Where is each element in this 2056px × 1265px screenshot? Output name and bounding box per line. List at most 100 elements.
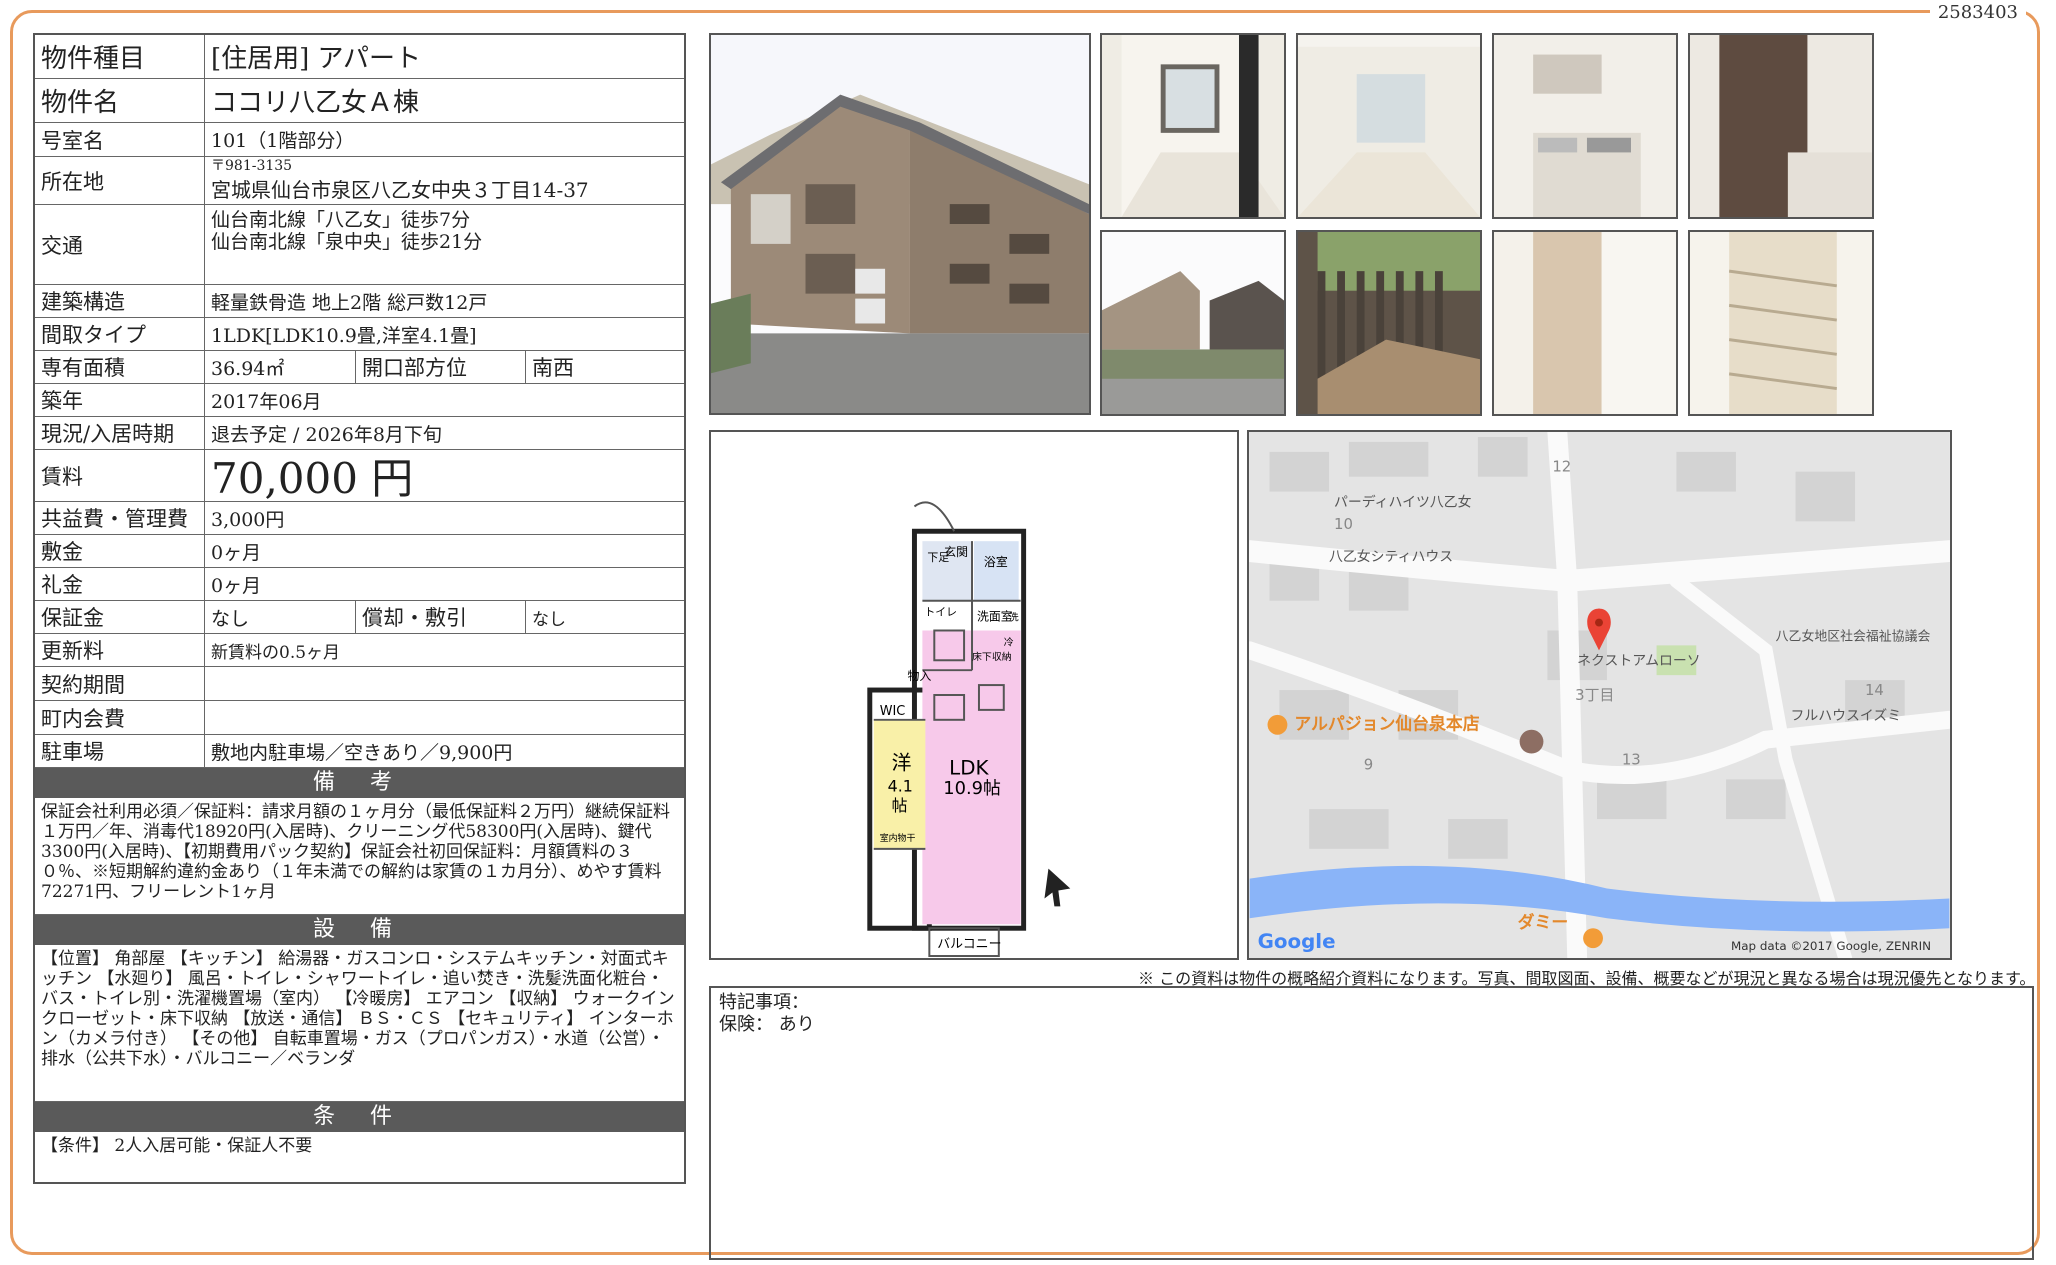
room-label: 号室名 (35, 123, 205, 156)
map-number-10: 10 (1334, 515, 1353, 533)
floorplan: 下足 玄関 浴室 洗面室 洗 トイレ 床下収納 冷 物入 WIC 洋 4.1 帖… (709, 430, 1239, 960)
structure-label: 建築構造 (35, 285, 205, 317)
restaurant-icon (1267, 714, 1288, 735)
thumb-room-2 (1296, 33, 1482, 219)
insurance-line: 保険： あり (719, 1014, 2024, 1036)
map-copyright: Map data ©2017 Google, ZENRIN (1731, 939, 1931, 953)
thumb-balcony (1296, 230, 1482, 416)
name-value: ココリ八乙女Ａ棟 (211, 88, 420, 118)
row-address: 所在地 〒981-3135 宮城県仙台市泉区八乙女中央３丁目14-37 (35, 157, 684, 205)
guarantee-sub: なし 償却・敷引 なし (205, 601, 684, 633)
fp-underfloor-label: 床下収納 (972, 650, 1012, 663)
amortize-label: 償却・敷引 (355, 601, 525, 633)
map-label-dummy: ダミー (1518, 912, 1569, 932)
status-label: 現況/入居時期 (35, 417, 205, 449)
guarantee-label: 保証金 (35, 601, 205, 633)
google-logo: Google (1258, 930, 1336, 953)
fp-washer-label: 洗 (1009, 612, 1019, 624)
row-access: 交通 仙台南北線「八乙女」徒歩7分 仙台南北線「泉中央」徒歩21分 (35, 205, 684, 285)
exterior-photo (709, 33, 1091, 415)
fp-fridge-label: 冷 (1004, 635, 1014, 648)
fp-drying-label: 室内物干 (880, 832, 916, 844)
address-value: 〒981-3135 宮城県仙台市泉区八乙女中央３丁目14-37 (205, 157, 684, 204)
document-id: 2583403 (1929, 2, 2026, 23)
map-number-9: 9 (1364, 755, 1373, 773)
address-text: 宮城県仙台市泉区八乙女中央３丁目14-37 (211, 177, 589, 202)
compass-north-icon (1044, 868, 1071, 907)
built-label: 築年 (35, 384, 205, 416)
remarks-header: 備 考 (35, 768, 684, 798)
key-money-label: 礼金 (35, 568, 205, 600)
map-label-city-house: 八乙女シティハウス (1329, 548, 1453, 565)
row-area: 専有面積 36.94㎡ 開口部方位 南西 (35, 351, 684, 384)
thumb-room-1 (1100, 33, 1286, 219)
community-label: 町内会費 (35, 701, 205, 734)
remarks-text: 保証会社利用必須／保証料：請求月額の１ヶ月分（最低保証料２万円）継続保証料１万円… (35, 798, 684, 915)
special-notes-label: 特記事項： (719, 992, 809, 1013)
fp-western-unit: 帖 (892, 796, 908, 815)
map-label-arpajon: アルパジョン仙台泉本店 (1294, 714, 1479, 734)
equipment-text: 【位置】 角部屋 【キッチン】 給湯器・ガスコンロ・システムキッチン・対面式キッ… (35, 945, 684, 1102)
thumb-kitchen (1492, 33, 1678, 219)
thumb-exterior-side (1100, 230, 1286, 416)
parking-value: 敷地内駐車場／空きあり／9,900円 (211, 741, 513, 764)
type-label: 物件種目 (35, 35, 205, 78)
layout-value: 1LDK[LDK10.9畳,洋室4.1畳] (211, 324, 477, 347)
fee-value: 3,000円 (211, 508, 285, 531)
direction-label: 開口部方位 (355, 351, 525, 383)
property-table: 物件種目 [住居用] アパート 物件名 ココリ八乙女Ａ棟 号室名 101（1階部… (33, 33, 686, 1184)
row-key-money: 礼金 0ヶ月 (35, 568, 684, 601)
fp-toilet-label: トイレ (924, 606, 957, 619)
amortize-value: なし (525, 601, 684, 633)
contract-value (205, 667, 684, 700)
row-built: 築年 2017年06月 (35, 384, 684, 417)
direction-value: 南西 (525, 351, 684, 383)
special-notes-box: 特記事項： 保険： あり (709, 986, 2034, 1260)
renewal-label: 更新料 (35, 634, 205, 666)
row-room: 号室名 101（1階部分） (35, 123, 684, 157)
location-map: パーディハイツ八乙女 八乙女シティハウス ネクストアムローソ 3丁目 八乙女地区… (1247, 430, 1952, 960)
room-value: 101（1階部分） (211, 130, 355, 152)
fp-storage-label: 物入 (908, 669, 932, 683)
row-deposit: 敷金 0ヶ月 (35, 535, 684, 568)
built-value: 2017年06月 (211, 390, 322, 413)
insurance-label: 保険： (719, 1014, 773, 1035)
rent-label: 賃料 (35, 450, 205, 501)
community-value (205, 701, 684, 734)
map-label-lawson: ネクストアムローソ (1577, 653, 1701, 669)
equipment-header: 設 備 (35, 915, 684, 945)
access-label: 交通 (35, 205, 205, 284)
row-community: 町内会費 (35, 701, 684, 735)
map-label-welfare: 八乙女地区社会福祉協議会 (1776, 628, 1931, 644)
fp-entrance-label: 玄関 (944, 545, 968, 559)
fp-ldk-size: 10.9帖 (943, 778, 1001, 799)
layout-label: 間取タイプ (35, 318, 205, 350)
row-structure: 建築構造 軽量鉄骨造 地上2階 総戸数12戸 (35, 285, 684, 318)
type-value: [住居用] アパート (211, 44, 422, 74)
restaurant-icon-2 (1583, 928, 1603, 949)
map-label-fullhouse: フルハウスイズミ (1791, 708, 1902, 724)
map-number-13: 13 (1622, 750, 1641, 768)
postal-code: 〒981-3135 (211, 157, 293, 174)
row-rent: 賃料 70,000 円 (35, 450, 684, 503)
row-parking: 駐車場 敷地内駐車場／空きあり／9,900円 (35, 735, 684, 768)
map-label-3chome: 3丁目 (1575, 686, 1614, 704)
thumb-shoe-rack (1688, 230, 1874, 416)
deposit-label: 敷金 (35, 535, 205, 567)
guarantee-value: なし (211, 607, 250, 630)
parking-label: 駐車場 (35, 735, 205, 767)
fee-label: 共益費・管理費 (35, 502, 205, 534)
fp-balcony-label: バルコニー (937, 937, 1001, 952)
deposit-value: 0ヶ月 (211, 541, 262, 564)
access-value: 仙台南北線「八乙女」徒歩7分 仙台南北線「泉中央」徒歩21分 (205, 205, 684, 284)
conditions-header: 条 件 (35, 1102, 684, 1132)
thumb-closet (1492, 230, 1678, 416)
fp-wic-label: WIC (880, 704, 906, 719)
fp-western-size: 4.1 (888, 776, 913, 795)
row-fee: 共益費・管理費 3,000円 (35, 502, 684, 535)
map-number-14: 14 (1865, 681, 1884, 699)
row-contract: 契約期間 (35, 667, 684, 701)
fp-ldk-label: LDK (949, 756, 989, 779)
rent-value: 70,000 円 (211, 454, 414, 503)
conditions-text: 【条件】 2人入居可能・保証人不要 (41, 1136, 313, 1156)
